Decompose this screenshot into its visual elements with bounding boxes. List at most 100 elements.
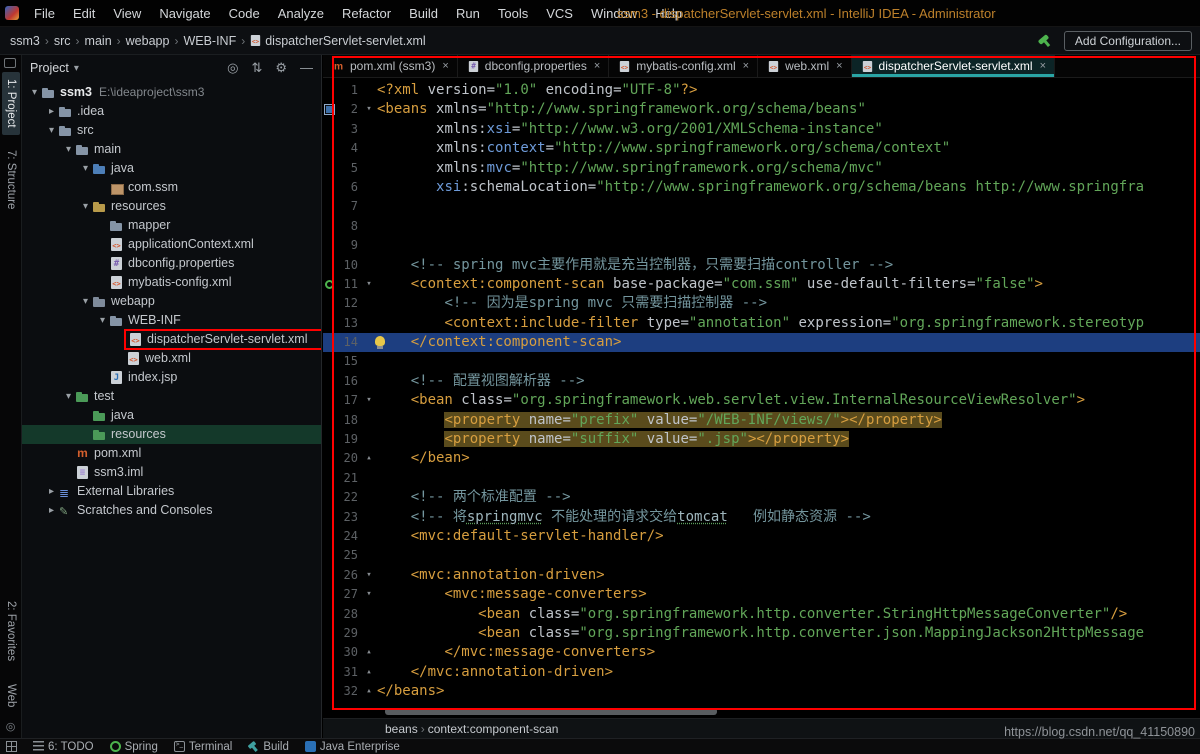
tree-item-main[interactable]: ▾main [22, 140, 321, 159]
statusbar-spring[interactable]: Spring [110, 741, 158, 753]
tab-close-icon[interactable]: × [743, 60, 749, 72]
tree-item-pom-xml[interactable]: pom.xml [22, 444, 321, 463]
project-panel-title[interactable]: Project [30, 61, 69, 75]
gear-icon[interactable]: ⚙ [275, 60, 287, 76]
menu-item-code[interactable]: Code [220, 6, 269, 21]
tab-close-icon[interactable]: × [836, 60, 842, 72]
tree-item-test[interactable]: ▾test [22, 387, 321, 406]
chevron-expanded-icon[interactable]: ▾ [62, 387, 75, 406]
tree-item-dbconfig-properties[interactable]: dbconfig.properties [22, 254, 321, 273]
tree-item-ssm3-iml[interactable]: ssm3.iml [22, 463, 321, 482]
tab-web-xml[interactable]: web.xml× [758, 55, 851, 77]
intention-bulb-icon[interactable] [375, 336, 385, 346]
chevron-expanded-icon[interactable]: ▾ [62, 140, 75, 159]
tab-dbconfig-properties[interactable]: dbconfig.properties× [458, 55, 610, 77]
tree-item-src[interactable]: ▾src [22, 121, 321, 140]
tree-item-mybatis-config-xml[interactable]: mybatis-config.xml [22, 273, 321, 292]
menu-item-build[interactable]: Build [400, 6, 447, 21]
breadcrumb-webapp[interactable]: webapp [124, 34, 172, 48]
collapse-all-icon[interactable]: ⇅ [251, 60, 262, 76]
tab-close-icon[interactable]: × [594, 60, 600, 72]
menu-item-analyze[interactable]: Analyze [269, 6, 333, 21]
tree-item-mapper[interactable]: mapper [22, 216, 321, 235]
fold-spacer [361, 469, 377, 488]
chevron-expanded-icon[interactable]: ▾ [28, 83, 41, 102]
breadcrumb-main[interactable]: main [83, 34, 114, 48]
fold-collapse-icon[interactable]: ▾ [361, 391, 377, 410]
tree-item-resources[interactable]: ▾resources [22, 197, 321, 216]
tree-item-idea[interactable]: ▸.idea [22, 102, 321, 121]
breadcrumb-file[interactable]: dispatcherServlet-servlet.xml [263, 34, 427, 48]
tab-mybatis-config-xml[interactable]: mybatis-config.xml× [609, 55, 758, 77]
chevron-collapsed-icon[interactable]: ▸ [45, 501, 58, 520]
tree-item-web-inf[interactable]: ▾WEB-INF [22, 311, 321, 330]
tree-item-com-ssm[interactable]: com.ssm [22, 178, 321, 197]
gutter-modified-icon[interactable] [323, 100, 337, 119]
statusbar-terminal[interactable]: Terminal [174, 741, 232, 753]
tree-item-ssm3[interactable]: ▾ssm3E:\ideaproject\ssm3 [22, 83, 321, 102]
menu-item-run[interactable]: Run [447, 6, 489, 21]
spring-bean-gutter-icon[interactable] [323, 275, 337, 294]
strip-button-7-structure[interactable]: 7: Structure [2, 143, 20, 216]
tree-item-resources[interactable]: resources [22, 425, 321, 444]
tree-item-scratches-and-consoles[interactable]: ▸Scratches and Consoles [22, 501, 321, 520]
tree-item-java[interactable]: java [22, 406, 321, 425]
fold-spacer [361, 411, 377, 430]
tree-item-index-jsp[interactable]: index.jsp [22, 368, 321, 387]
strip-button-2-favorites[interactable]: 2: Favorites [2, 594, 20, 668]
tab-close-icon[interactable]: × [442, 60, 448, 72]
chevron-collapsed-icon[interactable]: ▸ [45, 482, 58, 501]
fold-collapse-icon[interactable]: ▾ [361, 100, 377, 119]
tab-dispatcherservlet-servlet-xml[interactable]: dispatcherServlet-servlet.xml× [852, 55, 1056, 77]
fold-end-icon[interactable]: ▴ [361, 643, 377, 662]
menu-item-file[interactable]: File [25, 6, 64, 21]
editor-code[interactable]: 1<?xml version="1.0" encoding="UTF-8"?>2… [323, 78, 1200, 718]
fold-collapse-icon[interactable]: ▾ [361, 566, 377, 585]
menu-item-vcs[interactable]: VCS [537, 6, 582, 21]
tree-item-webapp[interactable]: ▾webapp [22, 292, 321, 311]
tab-pom-xml-ssm3[interactable]: pom.xml (ssm3)× [323, 55, 458, 77]
background-tasks-icon[interactable]: ◎ [4, 721, 17, 734]
chevron-expanded-icon[interactable]: ▾ [45, 121, 58, 140]
menu-item-edit[interactable]: Edit [64, 6, 104, 21]
line-number: 24 [337, 527, 361, 546]
tree-item-applicationcontext-xml[interactable]: applicationContext.xml [22, 235, 321, 254]
menu-item-refactor[interactable]: Refactor [333, 6, 400, 21]
tree-item-external-libraries[interactable]: ▸External Libraries [22, 482, 321, 501]
tab-close-icon[interactable]: × [1040, 60, 1046, 72]
menu-item-tools[interactable]: Tools [489, 6, 537, 21]
chevron-expanded-icon[interactable]: ▾ [79, 159, 92, 178]
breadcrumb-src[interactable]: src [52, 34, 73, 48]
build-wrench-icon[interactable] [1037, 33, 1052, 48]
menu-item-navigate[interactable]: Navigate [150, 6, 219, 21]
locate-icon[interactable]: ◎ [227, 60, 238, 76]
workspace-grid-icon[interactable] [6, 741, 17, 752]
fold-end-icon[interactable]: ▴ [361, 449, 377, 468]
statusbar-java-enterprise[interactable]: Java Enterprise [305, 741, 400, 753]
tree-item-web-xml[interactable]: web.xml [22, 349, 321, 368]
tool-window-icon[interactable] [4, 58, 16, 68]
editor-breadcrumb-context-component-scan[interactable]: context:component-scan [428, 722, 559, 736]
chevron-expanded-icon[interactable]: ▾ [79, 197, 92, 216]
menu-item-view[interactable]: View [104, 6, 150, 21]
chevron-collapsed-icon[interactable]: ▸ [45, 102, 58, 121]
hide-panel-icon[interactable]: — [300, 60, 313, 76]
fold-collapse-icon[interactable]: ▾ [361, 275, 377, 294]
statusbar-6-todo[interactable]: 6: TODO [33, 741, 94, 753]
fold-end-icon[interactable]: ▴ [361, 682, 377, 701]
statusbar-build[interactable]: Build [248, 741, 289, 753]
strip-button-web[interactable]: Web [2, 677, 20, 714]
chevron-expanded-icon[interactable]: ▾ [96, 311, 109, 330]
chevron-down-icon[interactable]: ▾ [74, 63, 79, 74]
fold-collapse-icon[interactable]: ▾ [361, 585, 377, 604]
breadcrumb-ssm3[interactable]: ssm3 [8, 34, 42, 48]
tree-item-dispatcherservlet-servlet-xml[interactable]: dispatcherServlet-servlet.xml [22, 330, 321, 349]
editor-breadcrumb-beans[interactable]: beans [385, 722, 418, 736]
fold-end-icon[interactable]: ▴ [361, 663, 377, 682]
horizontal-scrollbar[interactable] [385, 708, 717, 715]
strip-button-1-project[interactable]: 1: Project [2, 72, 20, 135]
tree-item-java[interactable]: ▾java [22, 159, 321, 178]
chevron-expanded-icon[interactable]: ▾ [79, 292, 92, 311]
breadcrumb-web-inf[interactable]: WEB-INF [181, 34, 238, 48]
add-configuration-button[interactable]: Add Configuration... [1064, 31, 1192, 51]
